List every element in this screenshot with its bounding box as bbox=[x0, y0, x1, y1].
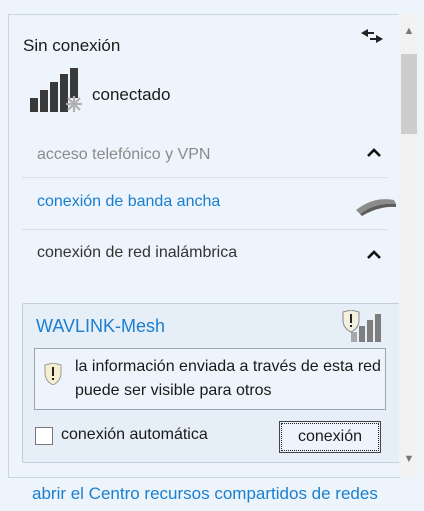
open-network-sharing-center-link[interactable]: abrir el Centro recursos compartidos de … bbox=[32, 484, 378, 504]
chevron-up-icon[interactable] bbox=[365, 248, 383, 262]
scrollbar-thumb[interactable] bbox=[401, 54, 417, 134]
divider bbox=[22, 229, 388, 230]
network-ssid: WAVLINK-Mesh bbox=[36, 316, 166, 336]
chevron-up-icon[interactable] bbox=[365, 146, 383, 160]
security-warning-text: la información enviada a través de esta … bbox=[75, 358, 381, 399]
section-wireless[interactable]: conexión de red inalámbrica bbox=[37, 244, 237, 262]
connection-status-title: Sin conexión bbox=[23, 36, 121, 55]
network-flyout: Sin conexión conectado acceso telefónico… bbox=[0, 0, 424, 511]
section-broadband[interactable]: conexión de banda ancha bbox=[37, 193, 220, 211]
signal-bars-star-icon bbox=[30, 68, 90, 114]
broadband-modem-icon bbox=[354, 196, 398, 216]
vertical-scrollbar[interactable]: ▲ ▼ bbox=[399, 14, 419, 476]
connect-button[interactable]: conexión bbox=[279, 421, 381, 453]
wifi-signal-warning-icon bbox=[341, 309, 385, 342]
scroll-down-arrow-icon[interactable]: ▼ bbox=[399, 450, 419, 468]
auto-connect-checkbox[interactable] bbox=[35, 427, 53, 445]
network-item-card[interactable]: WAVLINK-Mesh la información enviada a tr… bbox=[22, 303, 400, 463]
security-warning-box: la información enviada a través de esta … bbox=[34, 348, 386, 410]
arrows-swap-icon[interactable] bbox=[358, 26, 386, 46]
section-dialup-vpn[interactable]: acceso telefónico y VPN bbox=[37, 146, 210, 164]
shield-warning-icon bbox=[44, 362, 62, 386]
scroll-up-arrow-icon[interactable]: ▲ bbox=[399, 22, 419, 40]
divider bbox=[22, 177, 388, 178]
auto-connect-label[interactable]: conexión automática bbox=[61, 426, 208, 444]
status-label: conectado bbox=[92, 85, 171, 104]
